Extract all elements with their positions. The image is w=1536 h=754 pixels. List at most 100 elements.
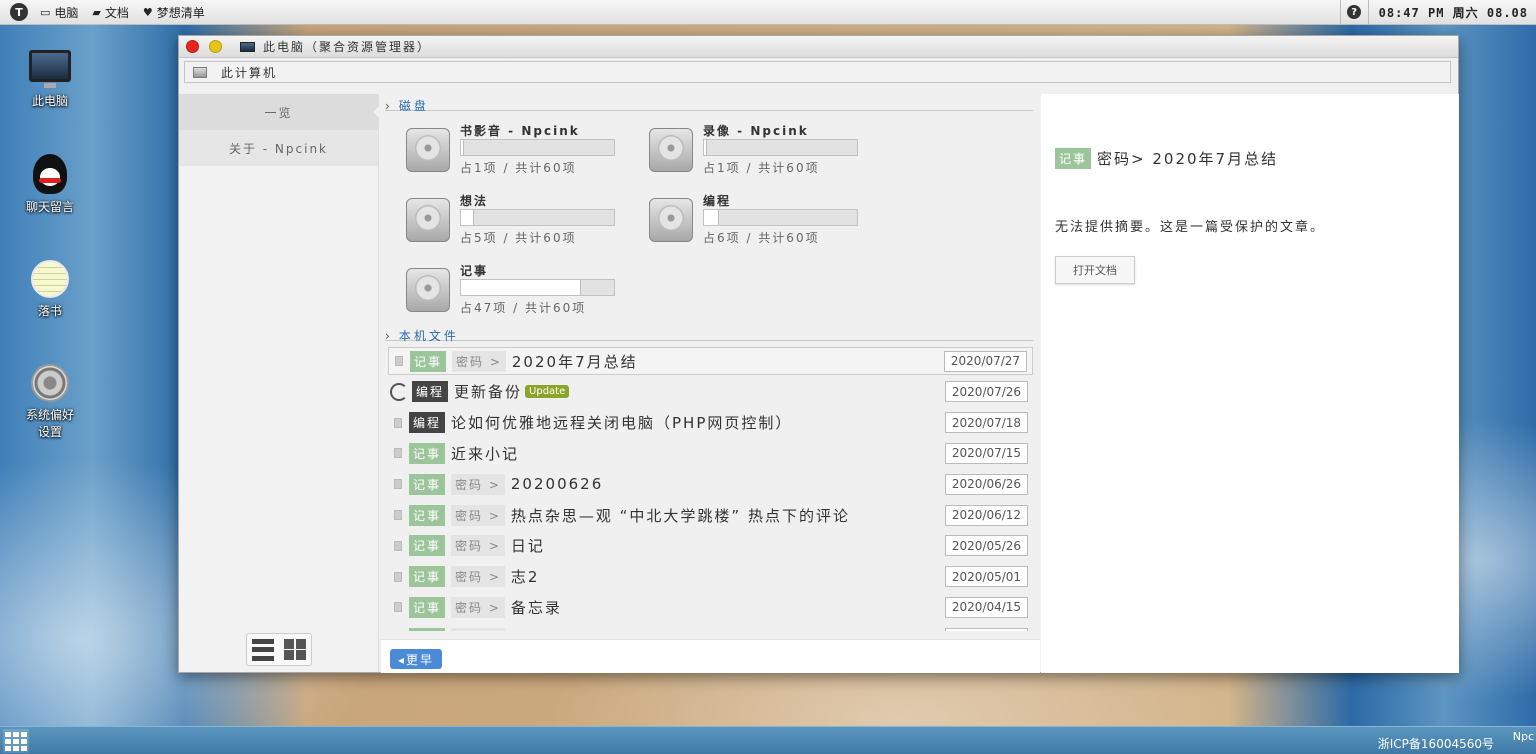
- desktop-icon-chat[interactable]: 聊天留言: [10, 154, 90, 215]
- file-date: 2020/05/26: [945, 535, 1028, 557]
- file-date: 2020/07/26: [945, 381, 1028, 403]
- open-document-button[interactable]: 打开文档: [1055, 256, 1135, 284]
- category-tag[interactable]: 记事: [410, 350, 447, 372]
- menu-computer[interactable]: ▭ 电脑: [40, 4, 78, 21]
- file-date: 2020/07/18: [945, 412, 1028, 434]
- category-tag[interactable]: 记事: [409, 535, 446, 557]
- menu-documents[interactable]: ▰ 文档: [92, 4, 128, 21]
- disk-item[interactable]: 书影音 - Npcink 占1项 / 共计60项: [406, 122, 646, 182]
- sidebar-item-overview[interactable]: 一览: [179, 94, 378, 130]
- desktop-icon-notebook[interactable]: 落书: [10, 260, 90, 319]
- password-badge: 密码 >: [451, 566, 505, 588]
- file-row[interactable]: 编程 更新备份 Update 2020/07/26: [388, 378, 1033, 406]
- category-tag[interactable]: 记事: [409, 627, 446, 631]
- file-row[interactable]: 记事 密码 > 2020年7月总结 2020/07/27: [388, 347, 1033, 375]
- top-menu-bar: T ▭ 电脑 ▰ 文档 ♥ 梦想清单 ? 08:47 PM 周六 08.08: [0, 0, 1536, 25]
- disk-count: 占6项 / 共计60项: [703, 231, 820, 245]
- preview-header: 记事 密码> 2020年7月总结: [1055, 148, 1278, 169]
- document-icon: [394, 479, 402, 490]
- file-row[interactable]: 记事 密码 > 日记 2020/05/26: [388, 532, 1033, 560]
- category-tag[interactable]: 记事: [409, 566, 446, 588]
- disks-header-label: 磁盘: [398, 99, 429, 113]
- system-logo-icon[interactable]: T: [10, 3, 28, 21]
- category-tag[interactable]: 记事: [409, 473, 446, 495]
- file-date: 2020/06/12: [945, 504, 1028, 526]
- document-icon: [394, 571, 402, 582]
- clock: 08:47 PM 周六 08.08: [1367, 0, 1536, 24]
- file-row[interactable]: 记事 密码 > 志2 2020/05/01: [388, 563, 1033, 591]
- address-text: 此计算机: [221, 65, 278, 80]
- list-view-icon[interactable]: [252, 638, 274, 661]
- preview-tag: 记事: [1055, 148, 1092, 169]
- file-row[interactable]: 编程 论如何优雅地远程关闭电脑（PHP网页控制） 2020/07/18: [388, 409, 1033, 437]
- chevron-right-icon: ›: [385, 329, 393, 343]
- disk-item[interactable]: 记事 占47项 / 共计60项: [406, 262, 646, 322]
- preview-panel: 记事 密码> 2020年7月总结 无法提供摘要。这是一篇受保护的文章。 打开文档: [1041, 94, 1459, 673]
- file-title[interactable]: 近来小记: [451, 443, 519, 464]
- disk-usage-bar: [460, 279, 615, 296]
- window-title: 此电脑（聚合资源管理器）: [263, 40, 432, 54]
- menu-dream-list-label: 梦想清单: [156, 5, 205, 20]
- desktop-icon-label: 系统偏好设置: [25, 408, 74, 439]
- list-footer: ◂更早: [381, 639, 1040, 673]
- password-badge: 密码 >: [451, 596, 505, 618]
- help-icon: ?: [1347, 5, 1362, 19]
- category-tag[interactable]: 记事: [409, 596, 446, 618]
- file-title[interactable]: 备忘录: [511, 597, 562, 618]
- update-badge: Update: [525, 385, 570, 399]
- file-title[interactable]: 日记: [511, 535, 545, 556]
- category-tag[interactable]: 记事: [409, 504, 446, 526]
- file-title[interactable]: 2020年7月总结: [512, 351, 638, 372]
- notebook-icon: [31, 260, 69, 298]
- document-icon: [394, 448, 402, 459]
- file-title[interactable]: 热点杂思—观 “中北大学跳楼” 热点下的评论: [511, 505, 850, 526]
- menu-dream-list[interactable]: ♥ 梦想清单: [143, 4, 205, 21]
- file-title[interactable]: 20200626: [511, 475, 603, 493]
- category-tag[interactable]: 记事: [409, 442, 446, 464]
- file-title[interactable]: 论如何优雅地远程关闭电脑（PHP网页控制）: [451, 412, 792, 433]
- category-tag[interactable]: 编程: [412, 381, 449, 403]
- disk-item[interactable]: 录像 - Npcink 占1项 / 共计60项: [649, 122, 889, 182]
- hard-drive-icon: [406, 268, 450, 312]
- file-title[interactable]: 周记1: [511, 628, 557, 631]
- desktop-icon-this-pc[interactable]: 此电脑: [10, 50, 90, 109]
- disk-name: 录像 - Npcink: [703, 124, 809, 138]
- window-titlebar[interactable]: 此电脑（聚合资源管理器）: [179, 36, 1458, 58]
- file-title[interactable]: 更新备份: [454, 381, 522, 402]
- hard-drive-icon: [406, 128, 450, 172]
- file-row[interactable]: 记事 密码 > 备忘录 2020/04/15: [388, 593, 1033, 621]
- disk-item[interactable]: 编程 占6项 / 共计60项: [649, 192, 889, 252]
- sidebar: 一览 关于 - Npcink: [179, 94, 379, 672]
- older-button[interactable]: ◂更早: [390, 649, 443, 669]
- file-row[interactable]: 记事 密码 > 周记1: [388, 624, 1033, 631]
- desktop-icon-label: 聊天留言: [25, 200, 74, 214]
- hard-drive-icon: [649, 128, 693, 172]
- category-tag[interactable]: 编程: [409, 412, 446, 434]
- document-icon: [394, 417, 402, 428]
- file-title[interactable]: 志2: [511, 566, 540, 587]
- file-row[interactable]: 记事 近来小记 2020/07/15: [388, 439, 1033, 467]
- icp-record-link[interactable]: 浙ICP备16004560号: [1378, 735, 1494, 752]
- file-date: 2020/04/15: [945, 596, 1028, 618]
- password-badge: 密码 >: [451, 535, 505, 557]
- disk-item[interactable]: 想法 占5项 / 共计60项: [406, 192, 646, 252]
- minimize-button[interactable]: [209, 40, 222, 53]
- help-button[interactable]: ?: [1339, 0, 1368, 24]
- start-grid-icon[interactable]: [3, 729, 29, 753]
- close-button[interactable]: [186, 40, 199, 53]
- file-row[interactable]: 记事 密码 > 热点杂思—观 “中北大学跳楼” 热点下的评论 2020/06/12: [388, 501, 1033, 529]
- disk-count: 占1项 / 共计60项: [703, 161, 820, 175]
- preview-summary: 无法提供摘要。这是一篇受保护的文章。: [1055, 220, 1326, 235]
- taskbar: 浙ICP备16004560号 Npc: [0, 726, 1536, 754]
- password-badge: 密码 >: [451, 473, 505, 495]
- file-row[interactable]: 记事 密码 > 20200626 2020/06/26: [388, 470, 1033, 498]
- address-bar[interactable]: 此计算机: [184, 61, 1451, 83]
- sidebar-item-about[interactable]: 关于 - Npcink: [179, 130, 378, 166]
- preview-breadcrumb: 密码> 2020年7月总结: [1097, 150, 1279, 168]
- desktop-icon-settings[interactable]: 系统偏好设置: [10, 364, 90, 440]
- grid-view-icon[interactable]: [284, 638, 306, 661]
- desktop-icon-label: 此电脑: [31, 94, 68, 108]
- menu-documents-label: 文档: [104, 5, 129, 20]
- document-icon: [394, 540, 402, 551]
- disk-usage-bar: [460, 209, 615, 226]
